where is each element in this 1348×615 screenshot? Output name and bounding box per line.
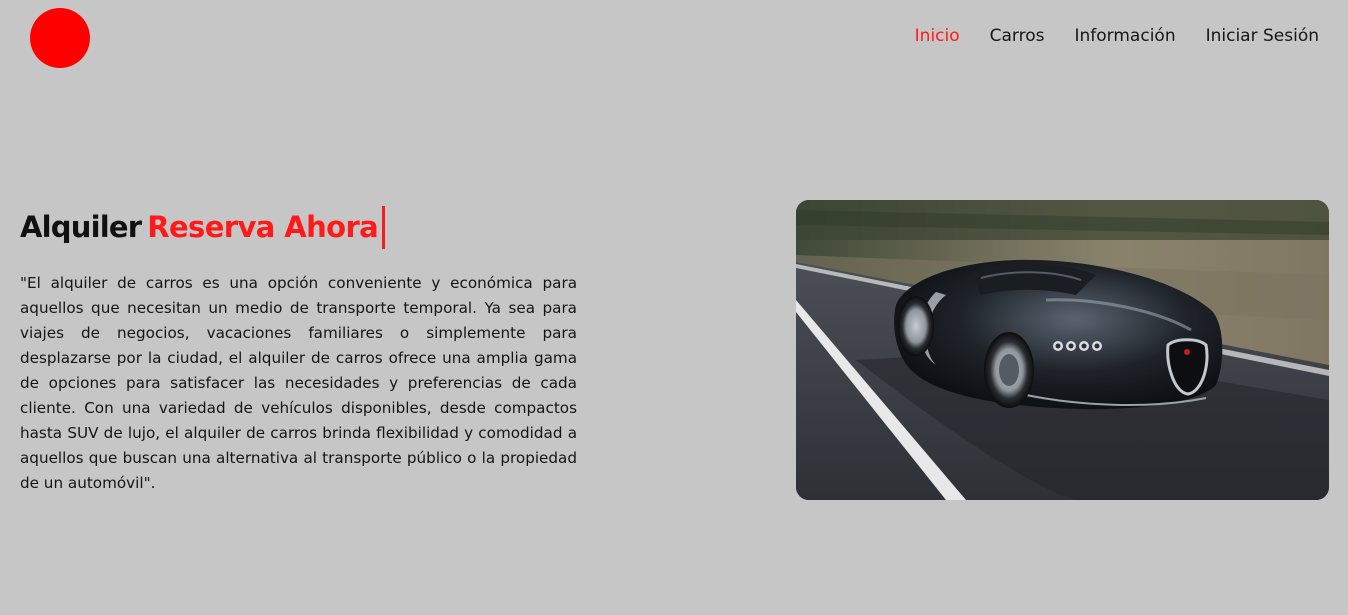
hero-title-static: Alquiler [20, 210, 142, 244]
hero-title: Alquiler Reserva Ahora [20, 205, 386, 249]
hero-title-typed: Reserva Ahora [147, 210, 379, 244]
main-nav: Inicio Carros Información Iniciar Sesión [915, 24, 1319, 48]
nav-link-inicio[interactable]: Inicio [915, 24, 960, 48]
hero-description: "El alquiler de carros es una opción con… [20, 274, 577, 492]
typing-cursor [382, 205, 386, 249]
nav-link-informacion[interactable]: Información [1075, 24, 1176, 48]
nav-link-iniciar-sesion[interactable]: Iniciar Sesión [1206, 24, 1319, 48]
logo-circle[interactable] [30, 8, 90, 68]
sports-car-photo [796, 200, 1329, 500]
nav-link-carros[interactable]: Carros [990, 24, 1045, 48]
